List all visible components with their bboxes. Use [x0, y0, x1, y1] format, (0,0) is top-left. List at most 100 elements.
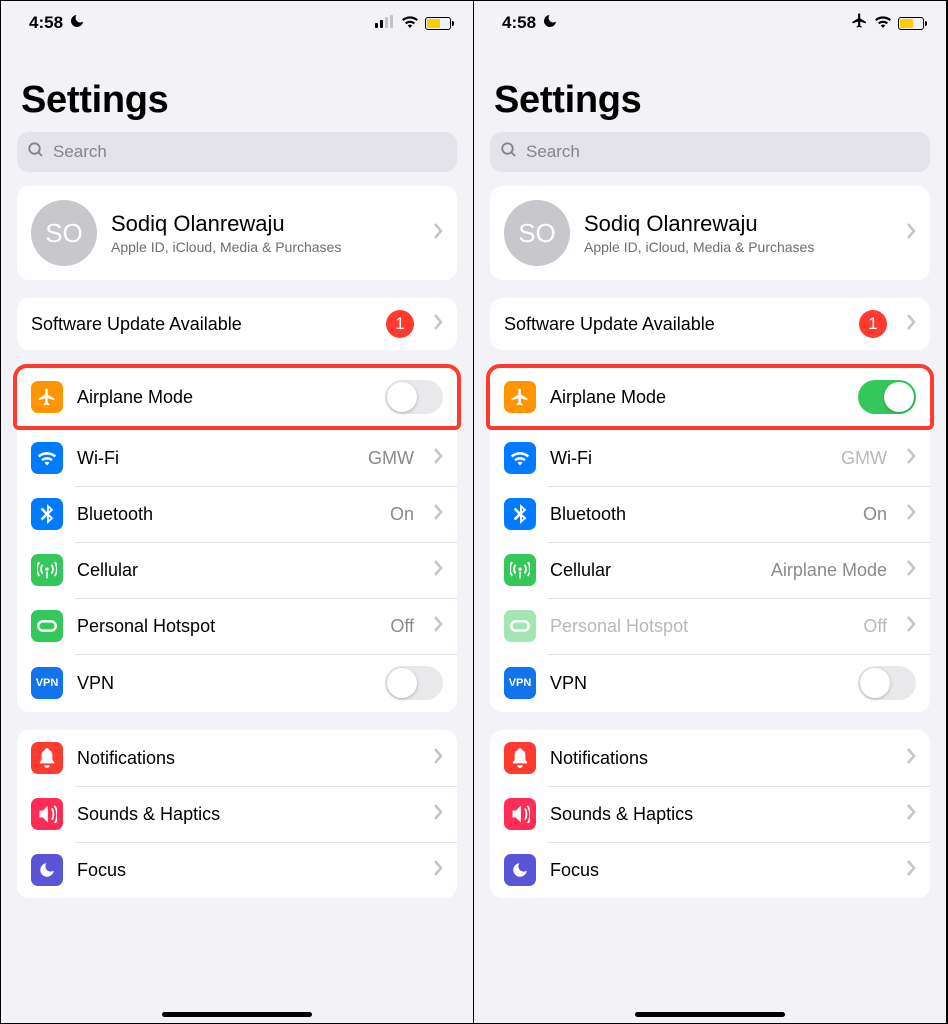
- focus-label: Focus: [550, 860, 887, 881]
- profile-group: SO Sodiq Olanrewaju Apple ID, iCloud, Me…: [490, 186, 930, 280]
- sounds-row[interactable]: Sounds & Haptics: [17, 786, 457, 842]
- alerts-group: Notifications Sounds & Haptics Focus: [17, 730, 457, 898]
- airplane-mode-row[interactable]: Airplane Mode: [17, 368, 457, 426]
- vpn-row[interactable]: VPN VPN: [17, 654, 457, 712]
- chevron-right-icon: [434, 448, 443, 469]
- title-area: Settings: [474, 45, 946, 132]
- cellular-value: Airplane Mode: [771, 560, 887, 581]
- chevron-right-icon: [907, 804, 916, 825]
- vpn-icon: VPN: [504, 667, 536, 699]
- bluetooth-icon: [31, 498, 63, 530]
- connectivity-group: Wi-Fi GMW Bluetooth On Cellular Airplane…: [490, 430, 930, 712]
- focus-row[interactable]: Focus: [17, 842, 457, 898]
- chevron-right-icon: [434, 860, 443, 881]
- chevron-right-icon: [434, 748, 443, 769]
- profile-row[interactable]: SO Sodiq Olanrewaju Apple ID, iCloud, Me…: [490, 186, 930, 280]
- search-input[interactable]: Search: [490, 132, 930, 172]
- software-update-group: Software Update Available 1: [490, 298, 930, 350]
- hotspot-label: Personal Hotspot: [550, 616, 849, 637]
- hotspot-label: Personal Hotspot: [77, 616, 376, 637]
- wifi-label: Wi-Fi: [77, 448, 354, 469]
- chevron-right-icon: [434, 616, 443, 637]
- profile-subtitle: Apple ID, iCloud, Media & Purchases: [584, 239, 887, 255]
- sounds-icon: [504, 798, 536, 830]
- update-badge: 1: [859, 310, 887, 338]
- focus-icon: [504, 854, 536, 886]
- bluetooth-row[interactable]: Bluetooth On: [17, 486, 457, 542]
- home-indicator[interactable]: [635, 1012, 785, 1017]
- hotspot-row[interactable]: Personal Hotspot Off: [17, 598, 457, 654]
- wifi-row[interactable]: Wi-Fi GMW: [17, 430, 457, 486]
- sounds-row[interactable]: Sounds & Haptics: [490, 786, 930, 842]
- search-placeholder: Search: [53, 142, 107, 162]
- home-indicator[interactable]: [162, 1012, 312, 1017]
- battery-icon: [898, 17, 924, 30]
- wifi-icon: [504, 442, 536, 474]
- search-icon: [500, 141, 518, 164]
- bluetooth-row[interactable]: Bluetooth On: [490, 486, 930, 542]
- cellular-row[interactable]: Cellular: [17, 542, 457, 598]
- search-placeholder: Search: [526, 142, 580, 162]
- vpn-toggle[interactable]: [385, 666, 443, 700]
- status-left: 4:58: [29, 13, 85, 34]
- chevron-right-icon: [434, 223, 443, 244]
- airplane-status-icon: [851, 12, 868, 34]
- notifications-row[interactable]: Notifications: [17, 730, 457, 786]
- phone-left: 4:58 Settings Search: [1, 1, 474, 1023]
- cellular-signal-icon: [375, 13, 395, 33]
- airplane-icon: [31, 381, 63, 413]
- wifi-row[interactable]: Wi-Fi GMW: [490, 430, 930, 486]
- airplane-mode-label: Airplane Mode: [550, 387, 844, 408]
- software-update-row[interactable]: Software Update Available 1: [490, 298, 930, 350]
- bluetooth-value: On: [390, 504, 414, 525]
- profile-group: SO Sodiq Olanrewaju Apple ID, iCloud, Me…: [17, 186, 457, 280]
- bluetooth-icon: [504, 498, 536, 530]
- hotspot-icon: [31, 610, 63, 642]
- vpn-row[interactable]: VPN VPN: [490, 654, 930, 712]
- vpn-toggle[interactable]: [858, 666, 916, 700]
- wifi-icon: [31, 442, 63, 474]
- chevron-right-icon: [907, 748, 916, 769]
- cellular-icon: [504, 554, 536, 586]
- focus-icon: [31, 854, 63, 886]
- cellular-label: Cellular: [77, 560, 400, 581]
- airplane-mode-toggle[interactable]: [385, 380, 443, 414]
- do-not-disturb-icon: [69, 13, 85, 34]
- cellular-row[interactable]: Cellular Airplane Mode: [490, 542, 930, 598]
- profile-row[interactable]: SO Sodiq Olanrewaju Apple ID, iCloud, Me…: [17, 186, 457, 280]
- avatar: SO: [31, 200, 97, 266]
- status-bar: 4:58: [1, 1, 473, 45]
- sounds-label: Sounds & Haptics: [550, 804, 887, 825]
- airplane-mode-row[interactable]: Airplane Mode: [490, 368, 930, 426]
- chevron-right-icon: [434, 560, 443, 581]
- cellular-icon: [31, 554, 63, 586]
- status-time: 4:58: [502, 13, 536, 33]
- do-not-disturb-icon: [542, 13, 558, 34]
- sounds-icon: [31, 798, 63, 830]
- update-badge: 1: [386, 310, 414, 338]
- chevron-right-icon: [434, 804, 443, 825]
- search-icon: [27, 141, 45, 164]
- hotspot-row[interactable]: Personal Hotspot Off: [490, 598, 930, 654]
- chevron-right-icon: [907, 448, 916, 469]
- connectivity-group: Wi-Fi GMW Bluetooth On Cellular Personal…: [17, 430, 457, 712]
- wifi-icon: [874, 13, 892, 33]
- search-input[interactable]: Search: [17, 132, 457, 172]
- chevron-right-icon: [907, 560, 916, 581]
- airplane-mode-highlight: Airplane Mode: [486, 364, 934, 430]
- notifications-row[interactable]: Notifications: [490, 730, 930, 786]
- wifi-label: Wi-Fi: [550, 448, 827, 469]
- battery-icon: [425, 17, 451, 30]
- hotspot-value: Off: [390, 616, 414, 637]
- focus-row[interactable]: Focus: [490, 842, 930, 898]
- page-title: Settings: [21, 79, 453, 122]
- chevron-right-icon: [907, 314, 916, 335]
- hotspot-value: Off: [863, 616, 887, 637]
- software-update-group: Software Update Available 1: [17, 298, 457, 350]
- airplane-mode-toggle[interactable]: [858, 380, 916, 414]
- bluetooth-value: On: [863, 504, 887, 525]
- chevron-right-icon: [907, 504, 916, 525]
- chevron-right-icon: [907, 860, 916, 881]
- profile-name: Sodiq Olanrewaju: [111, 211, 414, 237]
- software-update-row[interactable]: Software Update Available 1: [17, 298, 457, 350]
